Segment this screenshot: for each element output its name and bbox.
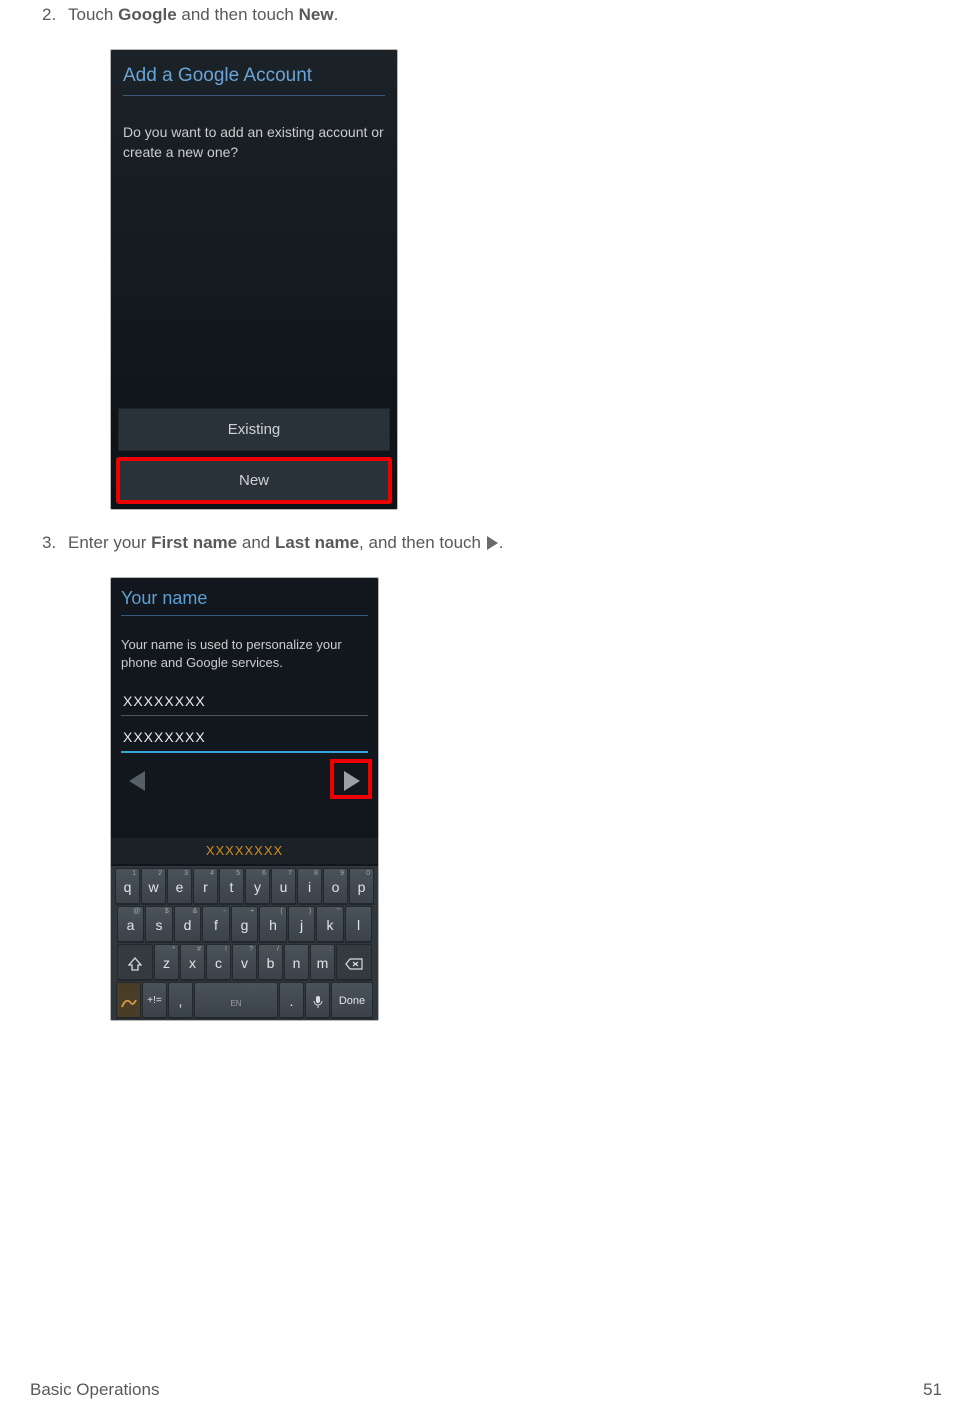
shift-key[interactable] [117,944,153,980]
key-u[interactable]: u7 [271,868,296,904]
keyboard-row-2: a@s$d&f-g+h(j)k"l [111,906,378,942]
keyboard: q1w2e3r4t5y6u7i8o9p0 a@s$d&f-g+h(j)k"l z… [111,866,378,1020]
first-name-input[interactable]: XXXXXXXX [121,688,368,716]
key-s[interactable]: s$ [145,906,173,942]
screenshot1-body: Do you want to add an existing account o… [111,104,397,181]
screenshot2-header: Your name [111,578,378,622]
next-arrow-icon[interactable] [344,771,360,791]
footer-section: Basic Operations [30,1380,159,1400]
suggestion-text[interactable]: XXXXXXXX [206,843,283,858]
key-r[interactable]: r4 [193,868,218,904]
screenshot1-header: Add a Google Account [111,50,397,104]
key-g[interactable]: g+ [231,906,259,942]
step-2-number: 2. [42,4,68,27]
key-k[interactable]: k" [316,906,344,942]
keyboard-row-3: z*x#c!v?b/nm: [111,944,378,980]
key-h[interactable]: h( [259,906,287,942]
page-footer: Basic Operations 51 [0,1380,972,1400]
keyboard-row-1: q1w2e3r4t5y6u7i8o9p0 [111,868,378,904]
key-a[interactable]: a@ [117,906,145,942]
key-d[interactable]: d& [174,906,202,942]
last-name-input[interactable]: XXXXXXXX [121,724,368,753]
suggestion-bar: XXXXXXXX [111,838,378,864]
screenshot2-title: Your name [121,588,368,616]
key-m[interactable]: m: [310,944,335,980]
done-key[interactable]: Done [331,982,373,1018]
key-y[interactable]: y6 [245,868,270,904]
key-j[interactable]: j) [288,906,316,942]
key-z[interactable]: z* [154,944,179,980]
new-button[interactable]: New [118,459,390,502]
space-key[interactable]: EN [194,982,278,1018]
key-c[interactable]: c! [206,944,231,980]
key-x[interactable]: x# [180,944,205,980]
footer-page-number: 51 [923,1380,942,1400]
step-2-text: Touch Google and then touch New. [68,4,338,27]
key-e[interactable]: e3 [167,868,192,904]
screenshot1-button-group: Existing New [118,400,390,502]
key-f[interactable]: f- [202,906,230,942]
key-v[interactable]: v? [232,944,257,980]
step-3-number: 3. [42,532,68,555]
key-b[interactable]: b/ [258,944,283,980]
key-w[interactable]: w2 [141,868,166,904]
key-l[interactable]: l [345,906,373,942]
nav-row [111,761,378,801]
period-key[interactable]: . [279,982,304,1018]
key-o[interactable]: o9 [323,868,348,904]
back-arrow-icon[interactable] [129,771,145,791]
screenshot-your-name: Your name Your name is used to personali… [110,577,379,1021]
screenshot-add-account: Add a Google Account Do you want to add … [110,49,398,510]
keyboard-row-4: +!= , EN . Done [111,982,378,1018]
step-3: 3. Enter your First name and Last name, … [42,532,942,555]
comma-key[interactable]: , [168,982,193,1018]
key-i[interactable]: i8 [297,868,322,904]
mic-key[interactable] [305,982,330,1018]
key-n[interactable]: n [284,944,309,980]
backspace-key[interactable] [336,944,372,980]
next-arrow-icon [487,536,498,550]
screenshot2-description: Your name is used to personalize your ph… [111,622,378,684]
screenshot1-title: Add a Google Account [123,65,385,96]
swype-key[interactable] [116,982,141,1018]
key-t[interactable]: t5 [219,868,244,904]
step-2: 2. Touch Google and then touch New. [42,4,942,27]
key-p[interactable]: p0 [349,868,374,904]
symbols-key[interactable]: +!= [142,982,167,1018]
existing-button[interactable]: Existing [118,408,390,451]
key-q[interactable]: q1 [115,868,140,904]
step-3-text: Enter your First name and Last name, and… [68,532,503,555]
